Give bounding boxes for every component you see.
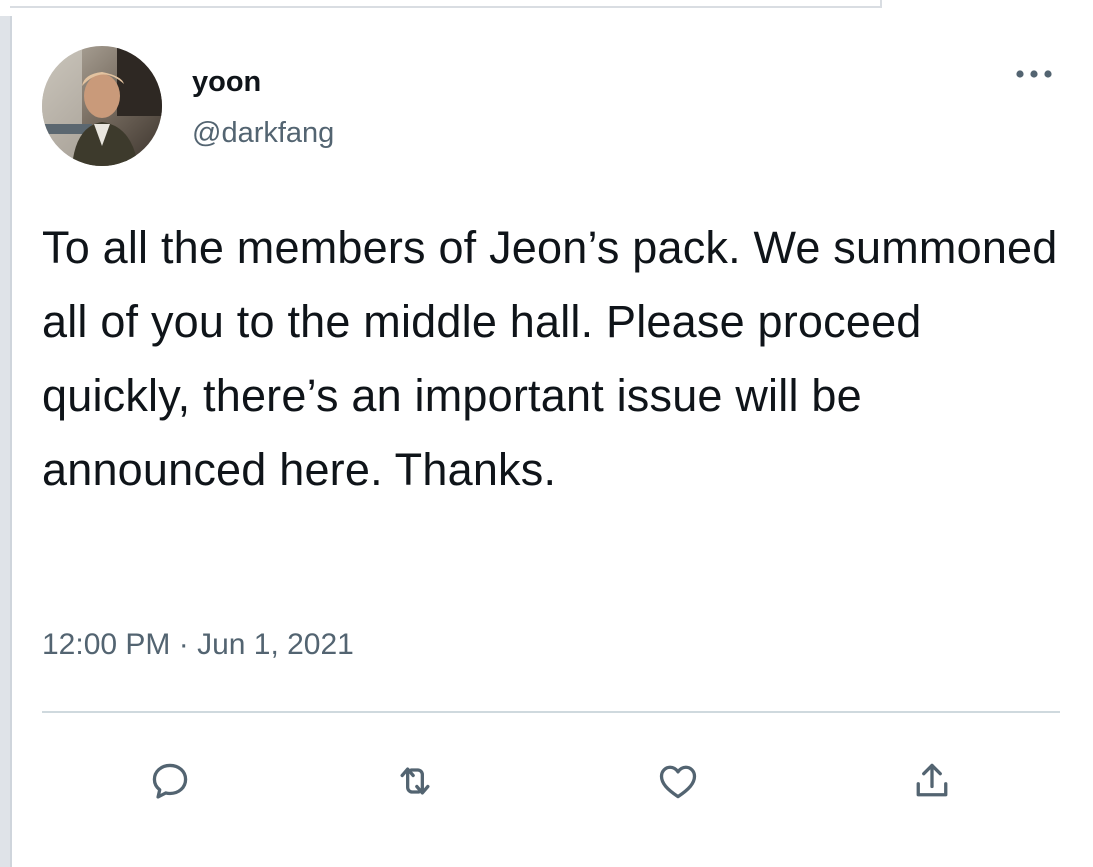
tweet-timestamp[interactable]: 12:00 PM · Jun 1, 2021 <box>42 628 354 662</box>
previous-card-edge <box>0 0 1093 16</box>
display-name[interactable]: yoon <box>192 66 261 99</box>
share-button[interactable] <box>907 756 957 806</box>
tweet-card: yoon @darkfang To all the members of Jeo… <box>10 16 1093 867</box>
reply-button[interactable] <box>145 756 195 806</box>
tweet-text: To all the members of Jeon’s pack. We su… <box>42 222 1058 495</box>
retweet-button[interactable] <box>390 756 440 806</box>
divider <box>42 711 1060 713</box>
more-options-icon[interactable] <box>1012 66 1056 82</box>
avatar[interactable] <box>42 46 162 166</box>
avatar-photo <box>42 46 162 166</box>
share-icon <box>916 763 948 797</box>
retweet-icon <box>400 767 430 795</box>
previous-card-border <box>10 0 882 8</box>
reply-icon <box>152 763 188 799</box>
heart-icon <box>659 765 697 799</box>
like-button[interactable] <box>653 756 703 806</box>
user-handle[interactable]: @darkfang <box>192 117 334 150</box>
